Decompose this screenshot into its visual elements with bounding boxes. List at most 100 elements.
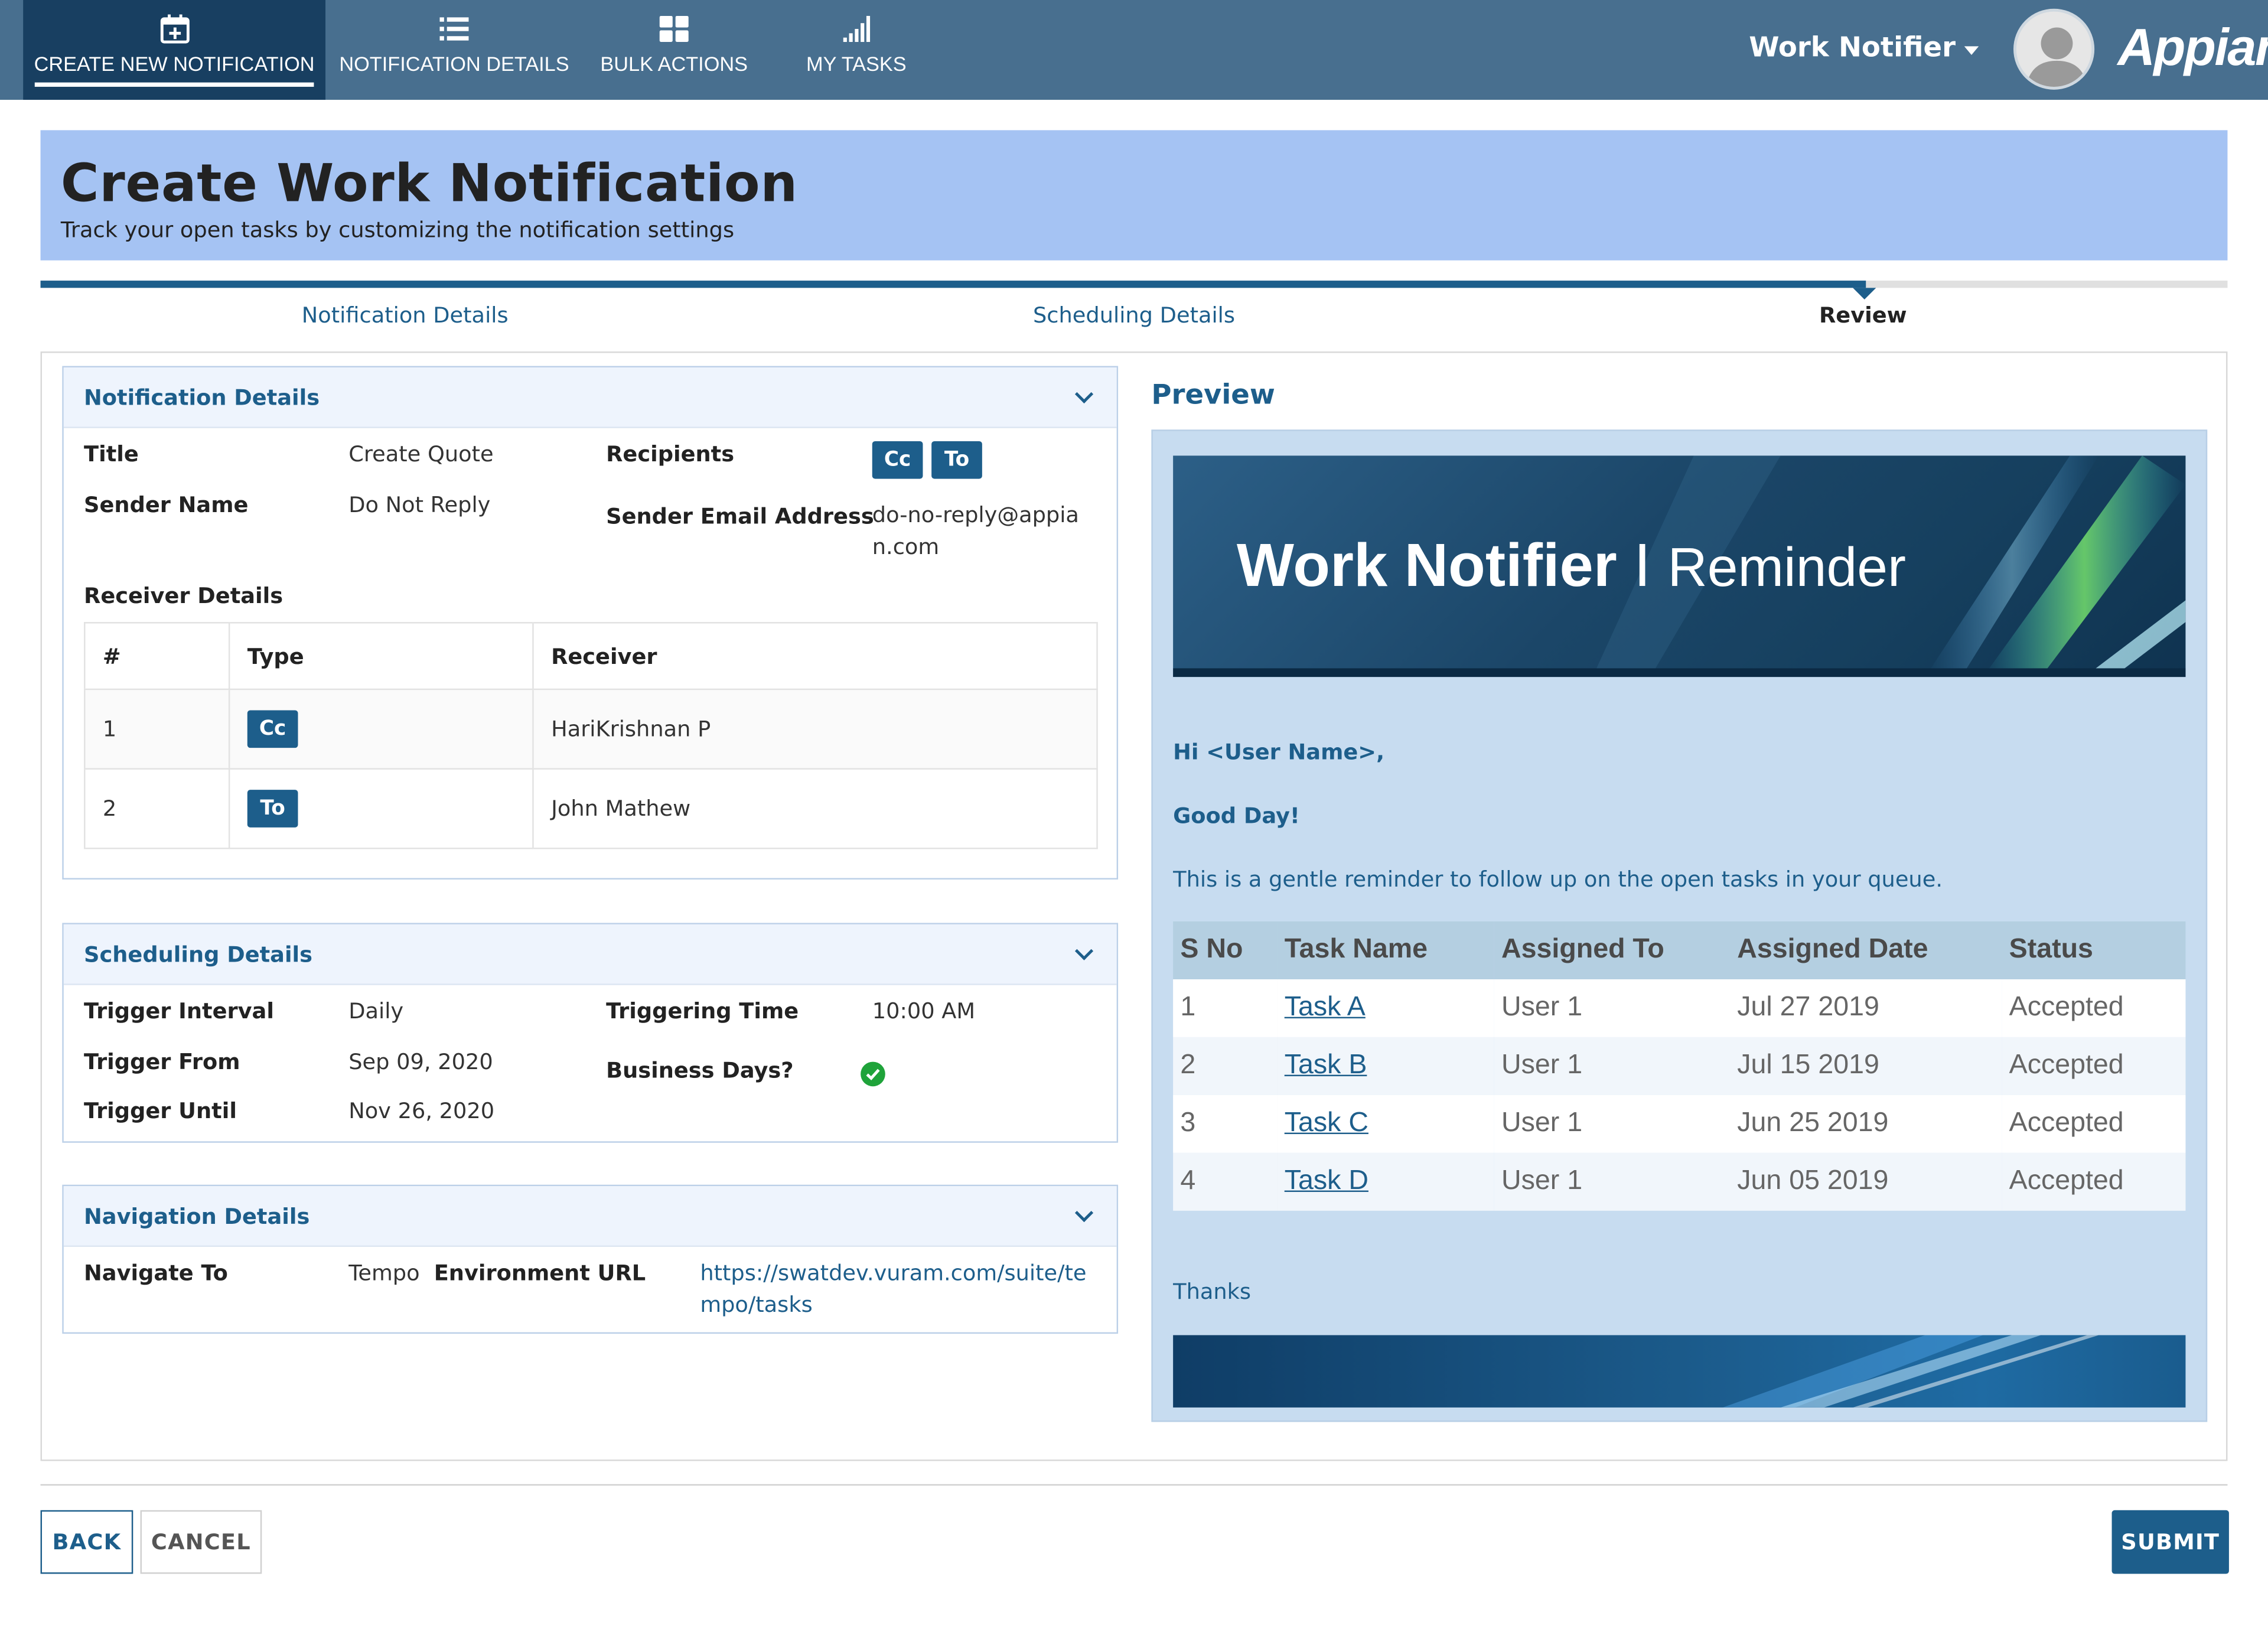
task-link[interactable]: Task B — [1285, 1050, 1367, 1080]
check-circle-icon — [861, 1061, 885, 1087]
task-link[interactable]: Task A — [1285, 992, 1366, 1022]
current-step-pointer — [1853, 288, 1876, 299]
cc-badge: Cc — [247, 710, 298, 748]
grid-icon — [658, 13, 690, 45]
email-footer-banner — [1173, 1335, 2186, 1408]
task-name-cell: Task C — [1277, 1094, 1494, 1153]
app-menu-dropdown[interactable]: Work Notifier — [1749, 32, 1979, 64]
submit-button[interactable]: SUBMIT — [2111, 1510, 2229, 1574]
user-silhouette-icon — [2026, 27, 2088, 87]
recipient-badges: Cc To — [872, 441, 982, 479]
tab-label: NOTIFICATION DETAILS — [339, 52, 569, 76]
task-link[interactable]: Task D — [1285, 1166, 1368, 1196]
footer-divider — [40, 1484, 2228, 1486]
tab-bulk-actions[interactable]: BULK ACTIONS — [584, 0, 764, 100]
task-assigned-to: User 1 — [1494, 1094, 1731, 1153]
table-header-row: # Type Receiver — [84, 623, 1098, 690]
tab-create-new-notification[interactable]: CREATE NEW NOTIFICATION — [23, 0, 326, 100]
task-date: Jun 05 2019 — [1730, 1152, 2002, 1211]
table-row: 1 Task A User 1 Jul 27 2019 Accepted — [1173, 979, 2186, 1037]
calendar-plus-icon — [158, 13, 190, 45]
top-navigation-bar: CREATE NEW NOTIFICATION NOTIFICATION DET… — [0, 0, 2268, 100]
section-title: Scheduling Details — [84, 941, 313, 968]
preview-title: Preview — [1151, 379, 1275, 411]
wizard-progress-track — [40, 281, 2228, 288]
navigate-to-value: Tempo — [348, 1260, 420, 1286]
appian-logo: Appian — [2117, 17, 2268, 77]
task-date: Jul 27 2019 — [1730, 979, 2002, 1037]
step-review: Review — [1819, 302, 1907, 328]
tab-label: CREATE NEW NOTIFICATION — [34, 52, 315, 87]
notification-details-section: Notification Details Title Create Quote … — [62, 366, 1119, 879]
chevron-down-icon[interactable] — [1074, 385, 1094, 403]
navigation-details-section: Navigation Details Navigate To Tempo Env… — [62, 1184, 1119, 1334]
type-cell: Cc — [229, 689, 534, 770]
avatar[interactable] — [2013, 8, 2095, 90]
table-row: 2 To John Mathew — [84, 768, 1098, 849]
chevron-down-icon[interactable] — [1074, 1203, 1094, 1223]
trigger-from-label: Trigger From — [84, 1048, 240, 1075]
task-sno: 4 — [1173, 1152, 1278, 1211]
banner-subtitle: Reminder — [1667, 538, 1906, 599]
tab-my-tasks[interactable]: MY TASKS — [781, 0, 931, 100]
column-header: Receiver — [533, 623, 1098, 690]
task-link[interactable]: Task C — [1285, 1108, 1368, 1138]
task-status: Accepted — [2002, 1152, 2186, 1211]
table-header-row: S No Task Name Assigned To Assigned Date… — [1173, 921, 2186, 979]
task-status: Accepted — [2002, 1037, 2186, 1095]
task-name-cell: Task B — [1277, 1037, 1494, 1095]
table-row: 3 Task C User 1 Jun 25 2019 Accepted — [1173, 1094, 2186, 1153]
section-header[interactable]: Navigation Details — [63, 1186, 1117, 1247]
email-thanks: Thanks — [1173, 1278, 1252, 1305]
back-button[interactable]: BACK — [40, 1510, 133, 1574]
cancel-button[interactable]: CANCEL — [140, 1510, 262, 1574]
section-title: Notification Details — [84, 384, 320, 411]
sender-email-label: Sender Email Address — [606, 503, 874, 530]
environment-url-label: Environment URL — [434, 1260, 646, 1286]
email-preview: Work Notifier I Reminder Hi <User Name>,… — [1151, 429, 2208, 1422]
column-header: Status — [2002, 921, 2186, 979]
table-row: 2 Task B User 1 Jul 15 2019 Accepted — [1173, 1037, 2186, 1095]
triggering-time-value: 10:00 AM — [872, 998, 976, 1024]
trigger-until-value: Nov 26, 2020 — [348, 1097, 495, 1124]
banner-separator: I — [1634, 530, 1651, 599]
section-header[interactable]: Notification Details — [63, 367, 1117, 428]
task-table: S No Task Name Assigned To Assigned Date… — [1173, 921, 2186, 1211]
column-header: Assigned To — [1494, 921, 1731, 979]
tab-notification-details[interactable]: NOTIFICATION DETAILS — [331, 0, 577, 100]
column-header: # — [84, 623, 230, 690]
to-badge: To — [247, 790, 298, 828]
email-good-day: Good Day! — [1173, 803, 1300, 829]
cc-badge: Cc — [872, 441, 923, 479]
trigger-until-label: Trigger Until — [84, 1097, 237, 1124]
task-status: Accepted — [2002, 1094, 2186, 1153]
step-notification-details[interactable]: Notification Details — [302, 302, 509, 328]
receiver-table: # Type Receiver 1 Cc HariKrishnan P 2 To… — [84, 622, 1098, 849]
sender-name-label: Sender Name — [84, 491, 249, 518]
list-icon — [438, 13, 470, 45]
section-title: Navigation Details — [84, 1203, 310, 1229]
task-status: Accepted — [2002, 979, 2186, 1037]
task-sno: 2 — [1173, 1037, 1278, 1095]
environment-url-link[interactable]: https://swatdev.vuram.com/suite/tempo/ta… — [700, 1257, 1105, 1321]
email-banner: Work Notifier I Reminder — [1173, 455, 2186, 677]
trigger-from-value: Sep 09, 2020 — [348, 1048, 493, 1075]
banner-title: Work Notifier I Reminder — [1237, 531, 1906, 601]
email-body: This is a gentle reminder to follow up o… — [1173, 866, 1943, 893]
table-row: 1 Cc HariKrishnan P — [84, 689, 1098, 770]
tab-label: BULK ACTIONS — [600, 52, 748, 76]
wizard-progress-fill — [40, 281, 1866, 288]
receiver-details-label: Receiver Details — [84, 582, 284, 610]
task-date: Jun 25 2019 — [1730, 1094, 2002, 1153]
step-scheduling-details[interactable]: Scheduling Details — [1033, 302, 1235, 328]
chevron-down-icon[interactable] — [1074, 942, 1094, 960]
task-assigned-to: User 1 — [1494, 1037, 1731, 1095]
section-header[interactable]: Scheduling Details — [63, 924, 1117, 985]
page-title: Create Work Notification — [60, 155, 798, 214]
scheduling-details-section: Scheduling Details Trigger Interval Dail… — [62, 923, 1119, 1143]
receiver-name: John Mathew — [533, 768, 1098, 849]
triggering-time-label: Triggering Time — [606, 998, 799, 1024]
task-sno: 3 — [1173, 1094, 1278, 1153]
footer-light-streaks — [1722, 1335, 2099, 1408]
task-name-cell: Task D — [1277, 1152, 1494, 1211]
